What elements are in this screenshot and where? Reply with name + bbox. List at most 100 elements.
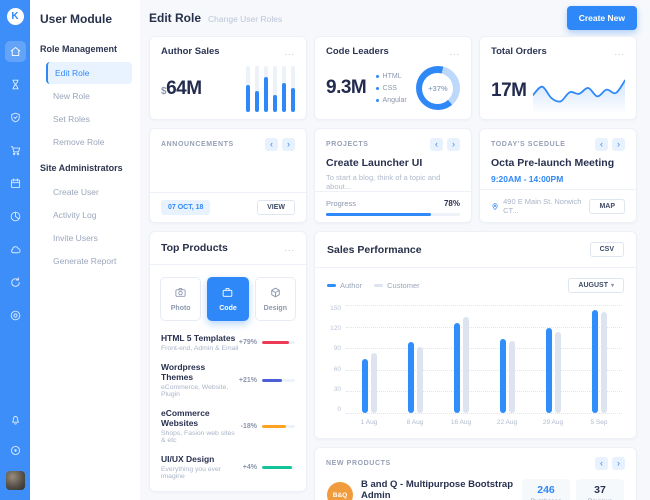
mini-bar bbox=[264, 66, 268, 112]
schedule-card: TODAY'S SCEDULE ‹ › Octa Pre-launch Meet… bbox=[479, 128, 637, 223]
next-arrow-icon[interactable]: › bbox=[612, 457, 625, 470]
product-name: eCommerce Websites bbox=[161, 408, 241, 428]
prev-arrow-icon[interactable]: ‹ bbox=[430, 138, 443, 151]
mini-bar bbox=[273, 66, 277, 112]
next-arrow-icon[interactable]: › bbox=[282, 138, 295, 151]
cloud-icon[interactable] bbox=[5, 239, 26, 260]
product-trend-line bbox=[262, 425, 295, 428]
legend-item-customer[interactable]: Customer bbox=[374, 281, 420, 290]
sidebar-item-set-roles[interactable]: Set Roles bbox=[46, 108, 132, 130]
product-stat-reviews: 37Reviews bbox=[576, 479, 624, 500]
prev-arrow-icon[interactable]: ‹ bbox=[265, 138, 278, 151]
product-row[interactable]: HTML 5 TemplatesFront-end, Admin & Email… bbox=[161, 333, 295, 352]
total-orders-line-chart bbox=[533, 66, 625, 116]
app-window: K User Module Role ManagementEdit RoleNe… bbox=[0, 0, 650, 500]
hourglass-icon[interactable] bbox=[5, 74, 26, 95]
cube-icon bbox=[269, 286, 282, 301]
cart-icon[interactable] bbox=[5, 140, 26, 161]
next-arrow-icon[interactable]: › bbox=[447, 138, 460, 151]
more-menu-icon[interactable]: ... bbox=[614, 47, 625, 57]
new-products-title: NEW PRODUCTS bbox=[326, 460, 391, 467]
product-row[interactable]: Wordpress ThemeseCommerce, Website, Plug… bbox=[161, 362, 295, 398]
legend-dot bbox=[376, 87, 379, 90]
more-menu-icon[interactable]: ... bbox=[449, 47, 460, 57]
customer-bar bbox=[417, 347, 423, 413]
product-list-item[interactable]: B&Q B and Q - Multipurpose Bootstrap Adm… bbox=[315, 476, 636, 500]
sales-bar-chart: 1501209060300 1 Aug8 Aug16 Aug22 Aug29 A… bbox=[315, 295, 636, 438]
view-button[interactable]: VIEW bbox=[257, 200, 295, 215]
pie-chart-icon[interactable] bbox=[5, 206, 26, 227]
announcements-title: ANNOUNCEMENTS bbox=[161, 141, 234, 148]
project-description: To start a blog, think of a topic and ab… bbox=[326, 173, 460, 191]
home-icon[interactable] bbox=[5, 41, 26, 62]
prev-arrow-icon[interactable]: ‹ bbox=[595, 457, 608, 470]
top-products-title: Top Products bbox=[161, 242, 228, 254]
project-name: Create Launcher UI bbox=[326, 157, 460, 169]
sync-icon[interactable] bbox=[5, 272, 26, 293]
sidebar-item-remove-role[interactable]: Remove Role bbox=[46, 131, 132, 153]
mini-bar bbox=[255, 66, 259, 112]
legend-item: Angular bbox=[376, 97, 407, 104]
y-axis-tick: 0 bbox=[327, 406, 341, 413]
sidebar: User Module Role ManagementEdit RoleNew … bbox=[30, 0, 140, 500]
calendar-icon[interactable] bbox=[5, 173, 26, 194]
legend-item: HTML bbox=[376, 73, 407, 80]
brand-logo[interactable]: K bbox=[7, 8, 24, 25]
progress-label: Progress bbox=[326, 199, 356, 208]
mini-bar bbox=[282, 66, 286, 112]
y-axis-tick: 60 bbox=[327, 366, 341, 373]
sales-performance-card: Sales Performance CSV AuthorCustomer AUG… bbox=[314, 231, 637, 439]
announcements-card: ANNOUNCEMENTS ‹ › 07 OCT, 18 VIEW bbox=[149, 128, 307, 223]
x-axis-label: 1 Aug bbox=[346, 419, 392, 426]
disc-icon[interactable] bbox=[5, 305, 26, 326]
shield-check-icon[interactable] bbox=[5, 107, 26, 128]
bell-icon[interactable] bbox=[5, 409, 26, 430]
product-row[interactable]: UI/UX DesignEverything you ever imagine+… bbox=[161, 454, 295, 480]
sidebar-item-edit-role[interactable]: Edit Role bbox=[46, 62, 132, 84]
product-change: +21% bbox=[239, 377, 257, 384]
customer-bar bbox=[509, 341, 515, 413]
donut-center-label: +37% bbox=[422, 73, 453, 104]
sidebar-item-generate-report[interactable]: Generate Report bbox=[46, 250, 132, 272]
bar-group bbox=[484, 305, 530, 413]
progress-value: 78% bbox=[444, 199, 460, 208]
briefcase-icon bbox=[221, 286, 234, 301]
sidebar-item-create-user[interactable]: Create User bbox=[46, 181, 132, 203]
y-axis-tick: 90 bbox=[327, 345, 341, 352]
author-sales-card: Author Sales ... $64M bbox=[149, 36, 307, 120]
product-row[interactable]: eCommerce WebsitesShops, Fasion web site… bbox=[161, 408, 295, 444]
author-sales-value: $64M bbox=[161, 78, 202, 100]
next-arrow-icon[interactable]: › bbox=[612, 138, 625, 151]
chevron-down-icon: ▾ bbox=[611, 283, 614, 289]
product-trend-line bbox=[262, 341, 295, 344]
author-bar bbox=[362, 359, 368, 413]
icon-rail: K bbox=[0, 0, 30, 500]
x-axis-label: 29 Aug bbox=[530, 419, 576, 426]
product-change: -18% bbox=[241, 423, 257, 430]
user-avatar[interactable] bbox=[6, 471, 25, 490]
more-menu-icon[interactable]: ... bbox=[284, 47, 295, 57]
tab-code[interactable]: Code bbox=[207, 277, 248, 321]
sidebar-item-activity-log[interactable]: Activity Log bbox=[46, 204, 132, 226]
csv-export-button[interactable]: CSV bbox=[590, 242, 624, 257]
sidebar-item-new-role[interactable]: New Role bbox=[46, 85, 132, 107]
legend-item-author[interactable]: Author bbox=[327, 281, 362, 290]
map-button[interactable]: MAP bbox=[589, 199, 625, 214]
sidebar-item-invite-users[interactable]: Invite Users bbox=[46, 227, 132, 249]
create-new-button[interactable]: Create New bbox=[567, 6, 637, 30]
month-select-button[interactable]: AUGUST▾ bbox=[568, 278, 624, 293]
projects-card: PROJECTS ‹ › Create Launcher UI To start… bbox=[314, 128, 472, 223]
author-bar bbox=[408, 342, 414, 413]
author-bar bbox=[592, 310, 598, 413]
more-menu-icon[interactable]: ... bbox=[284, 243, 295, 253]
settings-icon[interactable] bbox=[5, 440, 26, 461]
meeting-address: 490 E Main St. Norwich CT... bbox=[491, 197, 589, 215]
x-axis-label: 16 Aug bbox=[438, 419, 484, 426]
page-subtitle: Change User Roles bbox=[208, 14, 282, 24]
tab-photo[interactable]: Photo bbox=[160, 277, 201, 321]
tab-design[interactable]: Design bbox=[255, 277, 296, 321]
code-leaders-donut-chart: +37% bbox=[416, 66, 460, 110]
projects-title: PROJECTS bbox=[326, 141, 369, 148]
prev-arrow-icon[interactable]: ‹ bbox=[595, 138, 608, 151]
product-name: Wordpress Themes bbox=[161, 362, 239, 382]
